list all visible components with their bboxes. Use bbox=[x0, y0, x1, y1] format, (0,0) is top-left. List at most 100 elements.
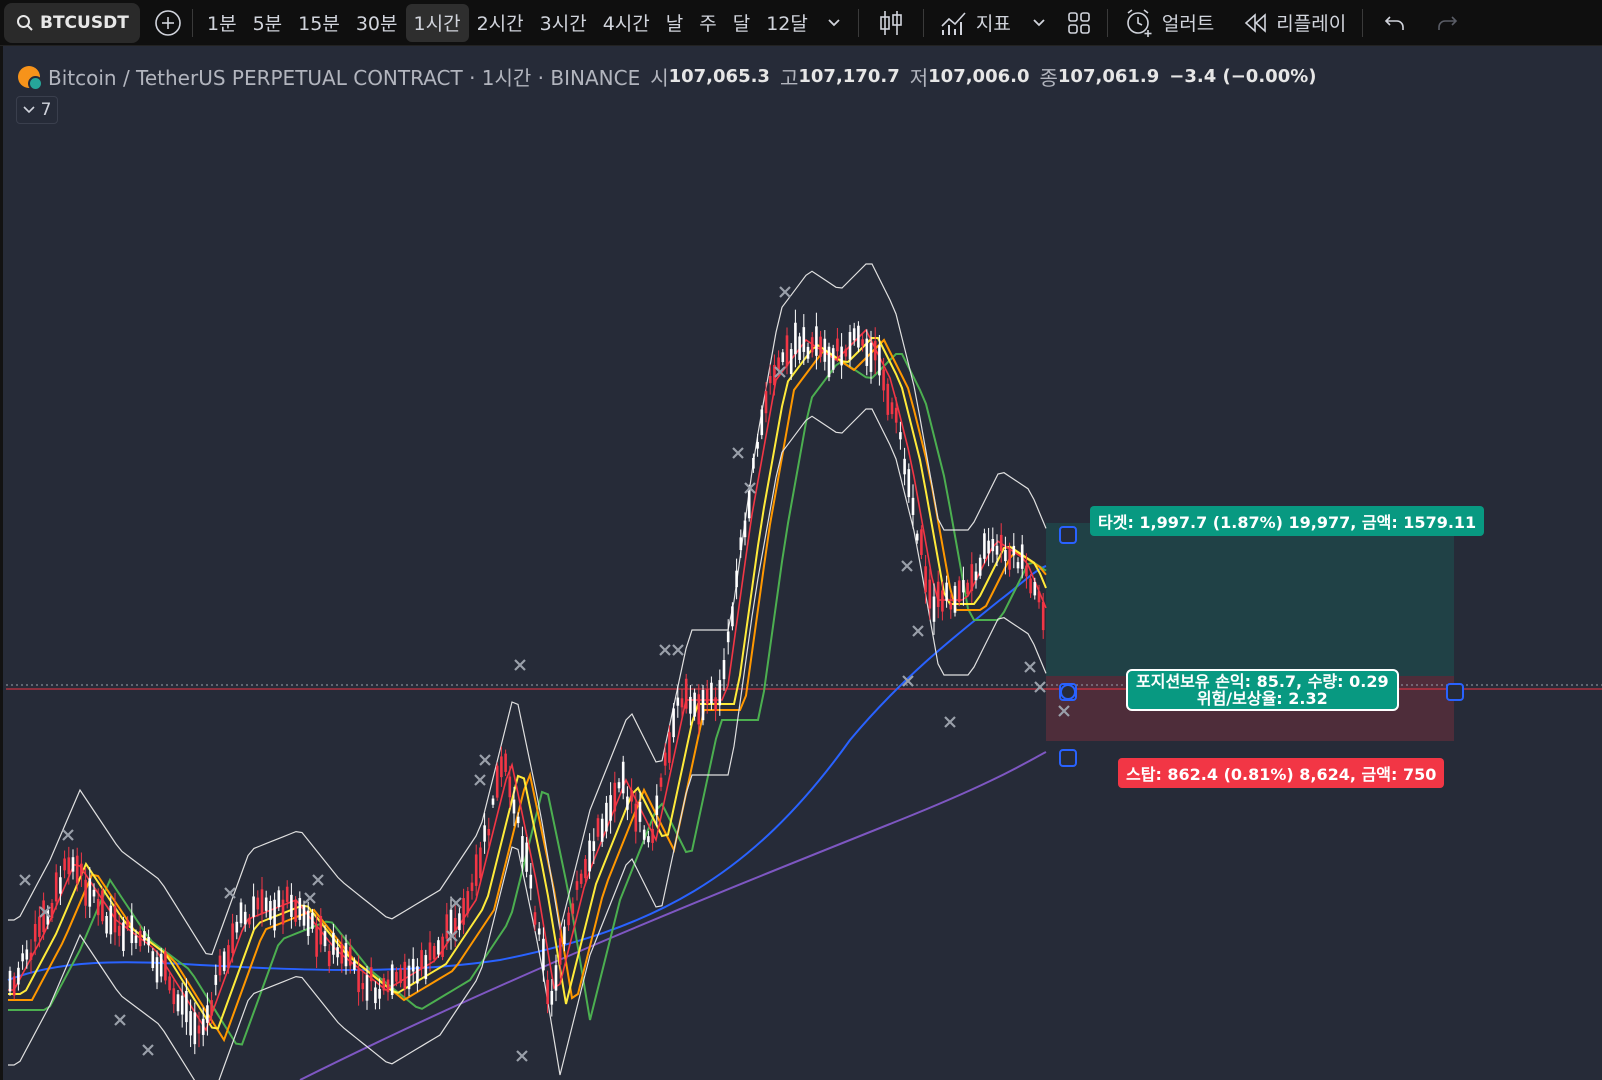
candle-body bbox=[823, 338, 827, 362]
candle-body bbox=[983, 533, 986, 559]
undo-button[interactable] bbox=[1369, 4, 1421, 42]
tf-5m[interactable]: 5분 bbox=[245, 4, 291, 42]
toolbar-divider bbox=[1106, 8, 1108, 37]
redo-button[interactable] bbox=[1421, 4, 1473, 42]
candle-body bbox=[403, 961, 407, 990]
candle-body bbox=[315, 926, 318, 957]
tf-12month[interactable]: 12달 bbox=[758, 4, 816, 42]
candle-body bbox=[437, 940, 440, 955]
tf-15m[interactable]: 15분 bbox=[290, 4, 348, 42]
indicators-collapse-button[interactable]: 7 bbox=[16, 96, 58, 124]
candle-body bbox=[96, 898, 100, 916]
candle-body bbox=[936, 581, 940, 608]
ma-green-line bbox=[8, 353, 1047, 1046]
timeframe-dropdown[interactable] bbox=[816, 4, 852, 42]
candle-body bbox=[474, 854, 478, 886]
signal-x-mark bbox=[479, 754, 491, 766]
candle-body bbox=[399, 968, 402, 984]
candle-body bbox=[995, 545, 999, 555]
signal-x-mark bbox=[19, 874, 31, 886]
candle-body bbox=[882, 369, 885, 391]
candle-body bbox=[12, 976, 16, 996]
candle-body bbox=[516, 816, 520, 824]
open-label: 시 bbox=[650, 66, 669, 90]
candle-body bbox=[1012, 545, 1016, 556]
candle-body bbox=[638, 801, 642, 822]
candle-body bbox=[668, 732, 671, 763]
candle-body bbox=[378, 988, 381, 999]
candle-body bbox=[416, 966, 419, 984]
candle-body bbox=[122, 922, 125, 951]
candle-body bbox=[697, 694, 701, 725]
candle-body bbox=[269, 901, 272, 920]
candle-body bbox=[966, 582, 969, 595]
candle-body bbox=[159, 953, 163, 977]
signal-x-mark bbox=[672, 644, 684, 656]
candle-body bbox=[957, 580, 961, 603]
symbol-title[interactable]: Bitcoin / TetherUS PERPETUAL CONTRACT · … bbox=[48, 62, 640, 91]
candle-body bbox=[1008, 549, 1011, 570]
candle-body bbox=[915, 533, 919, 541]
tf-4h[interactable]: 4시간 bbox=[595, 4, 658, 42]
candle-body bbox=[88, 878, 92, 907]
candle-body bbox=[495, 765, 499, 798]
candle-body bbox=[59, 877, 62, 894]
candle-body bbox=[987, 540, 990, 554]
layouts-button[interactable] bbox=[1057, 4, 1101, 42]
stop-label[interactable]: 스탑: 862.4 (0.81%) 8,624, 금액: 750 bbox=[1118, 758, 1445, 788]
tf-1h[interactable]: 1시간 bbox=[405, 3, 469, 42]
compare-symbol-button[interactable] bbox=[150, 4, 186, 42]
candle-body bbox=[143, 931, 146, 941]
tf-week[interactable]: 주 bbox=[691, 4, 724, 42]
search-icon bbox=[17, 14, 33, 31]
tf-30m[interactable]: 30분 bbox=[348, 4, 406, 42]
candle-body bbox=[332, 932, 335, 955]
candle-body bbox=[819, 336, 822, 357]
candle-body bbox=[680, 698, 684, 708]
indicators-icon bbox=[941, 11, 966, 35]
candle-body bbox=[747, 488, 751, 519]
candle-body bbox=[672, 708, 675, 738]
candle-body bbox=[206, 1005, 209, 1023]
candle-body bbox=[890, 402, 894, 415]
position-pnl-label[interactable]: 포지션보유 손익: 85.7, 수량: 0.29 위험/보상율: 2.32 bbox=[1126, 669, 1399, 711]
tf-month[interactable]: 달 bbox=[725, 4, 758, 42]
tf-2h[interactable]: 2시간 bbox=[469, 4, 532, 42]
candle-body bbox=[298, 898, 302, 920]
tf-1m[interactable]: 1분 bbox=[199, 4, 245, 42]
candle-body bbox=[605, 802, 608, 832]
chart-type-button[interactable] bbox=[865, 4, 917, 42]
candle-body bbox=[290, 894, 293, 917]
candle-body bbox=[479, 847, 482, 879]
signal-x-mark bbox=[901, 560, 913, 572]
candle-body bbox=[50, 902, 54, 919]
candle-body bbox=[260, 889, 264, 915]
candle-body bbox=[1029, 578, 1032, 594]
candle-body bbox=[38, 916, 41, 937]
candle-body bbox=[113, 905, 117, 933]
candle-body bbox=[563, 926, 566, 945]
risk-reward-line: 위험/보상율: 2.32 bbox=[1196, 689, 1328, 708]
indicators-dropdown[interactable] bbox=[1021, 4, 1057, 42]
tf-day[interactable]: 날 bbox=[658, 4, 691, 42]
candle-body bbox=[441, 936, 444, 957]
candle-body bbox=[663, 752, 667, 766]
price-chart[interactable] bbox=[0, 46, 1602, 1080]
profit-zone bbox=[1046, 523, 1454, 676]
replay-button[interactable]: 리플레이 bbox=[1234, 4, 1356, 42]
candle-body bbox=[903, 458, 906, 475]
indicators-button[interactable]: 지표 bbox=[930, 4, 1021, 42]
tf-3h[interactable]: 3시간 bbox=[532, 4, 595, 42]
toolbar-divider bbox=[192, 8, 193, 37]
candle-body bbox=[781, 352, 785, 363]
redo-icon bbox=[1438, 15, 1458, 30]
symbol-search-button[interactable]: BTCUSDT bbox=[4, 2, 140, 43]
candle-body bbox=[348, 946, 352, 966]
target-label[interactable]: 타겟: 1,997.7 (1.87%) 19,977, 금액: 1579.11 bbox=[1090, 506, 1485, 536]
candle-body bbox=[752, 457, 755, 469]
candle-body bbox=[281, 899, 285, 925]
candle-body bbox=[857, 325, 860, 348]
alert-button[interactable]: 얼러트 bbox=[1114, 4, 1224, 42]
candle-body bbox=[382, 978, 386, 991]
candle-body bbox=[655, 795, 659, 815]
